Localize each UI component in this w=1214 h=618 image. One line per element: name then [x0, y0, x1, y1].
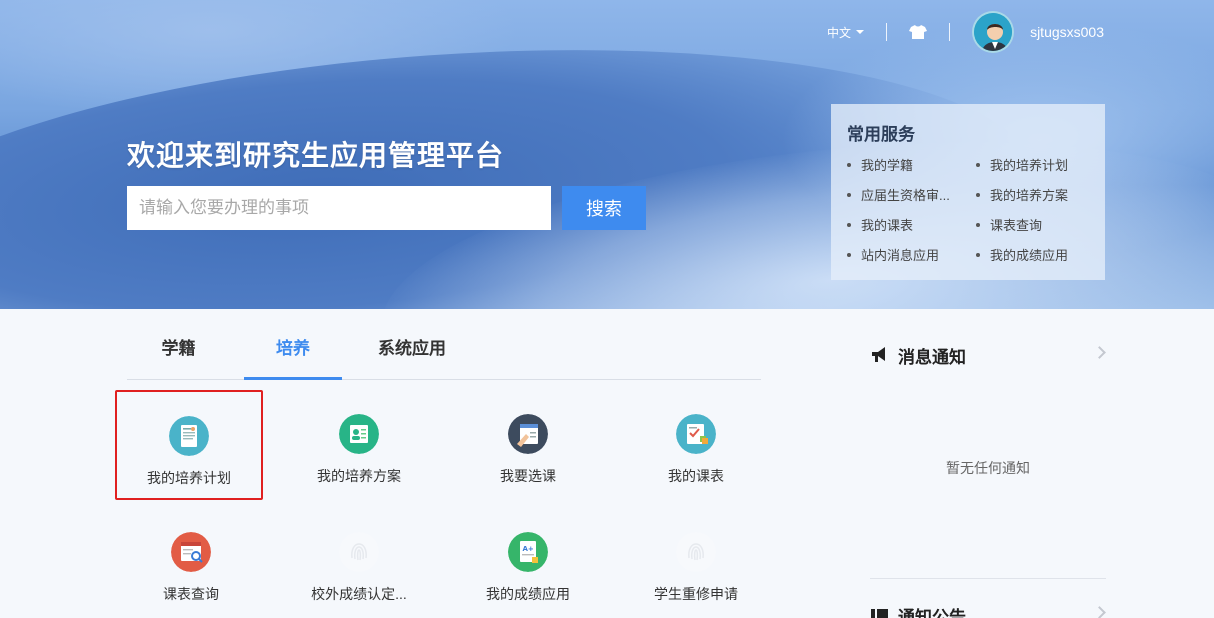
service-label: 我的培养方案: [990, 188, 1069, 203]
search-button[interactable]: 搜索: [562, 186, 646, 230]
training-program-icon: [339, 414, 379, 454]
common-services-panel: 常用服务 我的学籍 我的培养计划 应届生资格审... 我的培养方案 我的课表 课…: [831, 104, 1105, 280]
app-label: 我要选课: [500, 468, 556, 484]
megaphone-icon: [872, 347, 885, 362]
bullet-icon: [847, 192, 851, 197]
app-external-grade-recognition[interactable]: 校外成绩认定...: [285, 508, 433, 618]
app-label: 学生重修申请: [654, 586, 738, 602]
fingerprint-icon: [676, 532, 716, 572]
course-selection-icon: [508, 414, 548, 454]
app-course-selection[interactable]: 我要选课: [454, 390, 602, 500]
bullet-icon: [976, 192, 980, 197]
empty-notifications-text: 暂无任何通知: [946, 460, 1030, 476]
service-link[interactable]: 我的学籍: [847, 155, 976, 174]
announcement-icon: [871, 609, 888, 618]
app-label: 我的成绩应用: [486, 586, 570, 602]
language-label: 中文: [827, 25, 852, 40]
language-switcher[interactable]: 中文: [827, 24, 865, 41]
app-label: 我的培养计划: [147, 470, 231, 486]
divider: [949, 23, 951, 41]
services-title: 常用服务: [847, 125, 915, 144]
bullet-icon: [847, 222, 851, 227]
username[interactable]: sjtugsxs003: [1030, 24, 1104, 40]
app-label: 校外成绩认定...: [311, 586, 407, 602]
app-label: 我的课表: [668, 468, 724, 484]
app-label: 我的培养方案: [317, 468, 401, 484]
service-link[interactable]: 课表查询: [976, 215, 1106, 234]
app-my-study-plan[interactable]: 我的培养计划: [115, 390, 263, 500]
tab-system-apps[interactable]: 系统应用: [363, 330, 461, 380]
service-link[interactable]: 我的课表: [847, 215, 976, 234]
chevron-right-icon[interactable]: [1093, 346, 1106, 359]
bullet-icon: [976, 222, 980, 227]
app-course-retake-application[interactable]: 学生重修申请: [622, 508, 770, 618]
timetable-search-icon: [171, 532, 211, 572]
grade-report-icon: A+: [508, 532, 548, 572]
announcements-title: 通知公告: [898, 607, 966, 618]
service-link[interactable]: 我的培养计划: [976, 155, 1106, 174]
top-bar: 中文 sjtugsxs003: [827, 11, 1104, 53]
shirt-icon[interactable]: [909, 24, 928, 40]
app-label: 课表查询: [163, 586, 219, 602]
service-label: 课表查询: [990, 218, 1043, 233]
tab-student-status[interactable]: 学籍: [127, 330, 230, 380]
divider: [886, 23, 888, 41]
bullet-icon: [976, 162, 980, 167]
category-tabs: 学籍 培养 系统应用: [127, 330, 761, 380]
service-link[interactable]: 应届生资格审...: [847, 185, 976, 204]
notifications-title: 消息通知: [898, 347, 966, 367]
app-timetable-search[interactable]: 课表查询: [117, 508, 265, 618]
service-label: 我的培养计划: [990, 158, 1069, 173]
app-my-grade-report[interactable]: A+ 我的成绩应用: [454, 508, 602, 618]
service-link[interactable]: 我的成绩应用: [976, 245, 1106, 264]
bullet-icon: [847, 162, 851, 167]
search-input[interactable]: [127, 186, 551, 230]
service-label: 我的课表: [861, 218, 914, 233]
bullet-icon: [847, 252, 851, 257]
timetable-icon: [676, 414, 716, 454]
notifications-header[interactable]: 消息通知: [870, 340, 1106, 370]
hero-banner: 中文 sjtugsxs003 欢迎来到研究生应用管理平台 搜索 常用服务 我的学…: [0, 0, 1214, 309]
services-list: 我的学籍 我的培养计划 应届生资格审... 我的培养方案 我的课表 课表查询 站…: [847, 155, 1089, 264]
service-label: 我的成绩应用: [990, 248, 1069, 263]
avatar-icon: [974, 13, 1013, 51]
service-link[interactable]: 站内消息应用: [847, 245, 976, 264]
tab-training[interactable]: 培养: [244, 330, 342, 380]
service-link[interactable]: 我的培养方案: [976, 185, 1106, 204]
svg-text:A+: A+: [523, 545, 534, 553]
chevron-right-icon[interactable]: [1093, 606, 1106, 618]
page-title: 欢迎来到研究生应用管理平台: [127, 140, 505, 171]
study-plan-icon: [169, 416, 209, 456]
announcements-header[interactable]: 通知公告: [870, 600, 1106, 618]
service-label: 应届生资格审...: [861, 188, 950, 203]
avatar[interactable]: [972, 11, 1015, 53]
chevron-down-icon: [856, 30, 865, 34]
divider: [870, 578, 1106, 579]
service-label: 站内消息应用: [861, 248, 940, 263]
app-my-timetable[interactable]: 我的课表: [622, 390, 770, 500]
service-label: 我的学籍: [861, 158, 914, 173]
app-my-training-program[interactable]: 我的培养方案: [285, 390, 433, 500]
fingerprint-icon: [339, 532, 379, 572]
bullet-icon: [976, 252, 980, 257]
